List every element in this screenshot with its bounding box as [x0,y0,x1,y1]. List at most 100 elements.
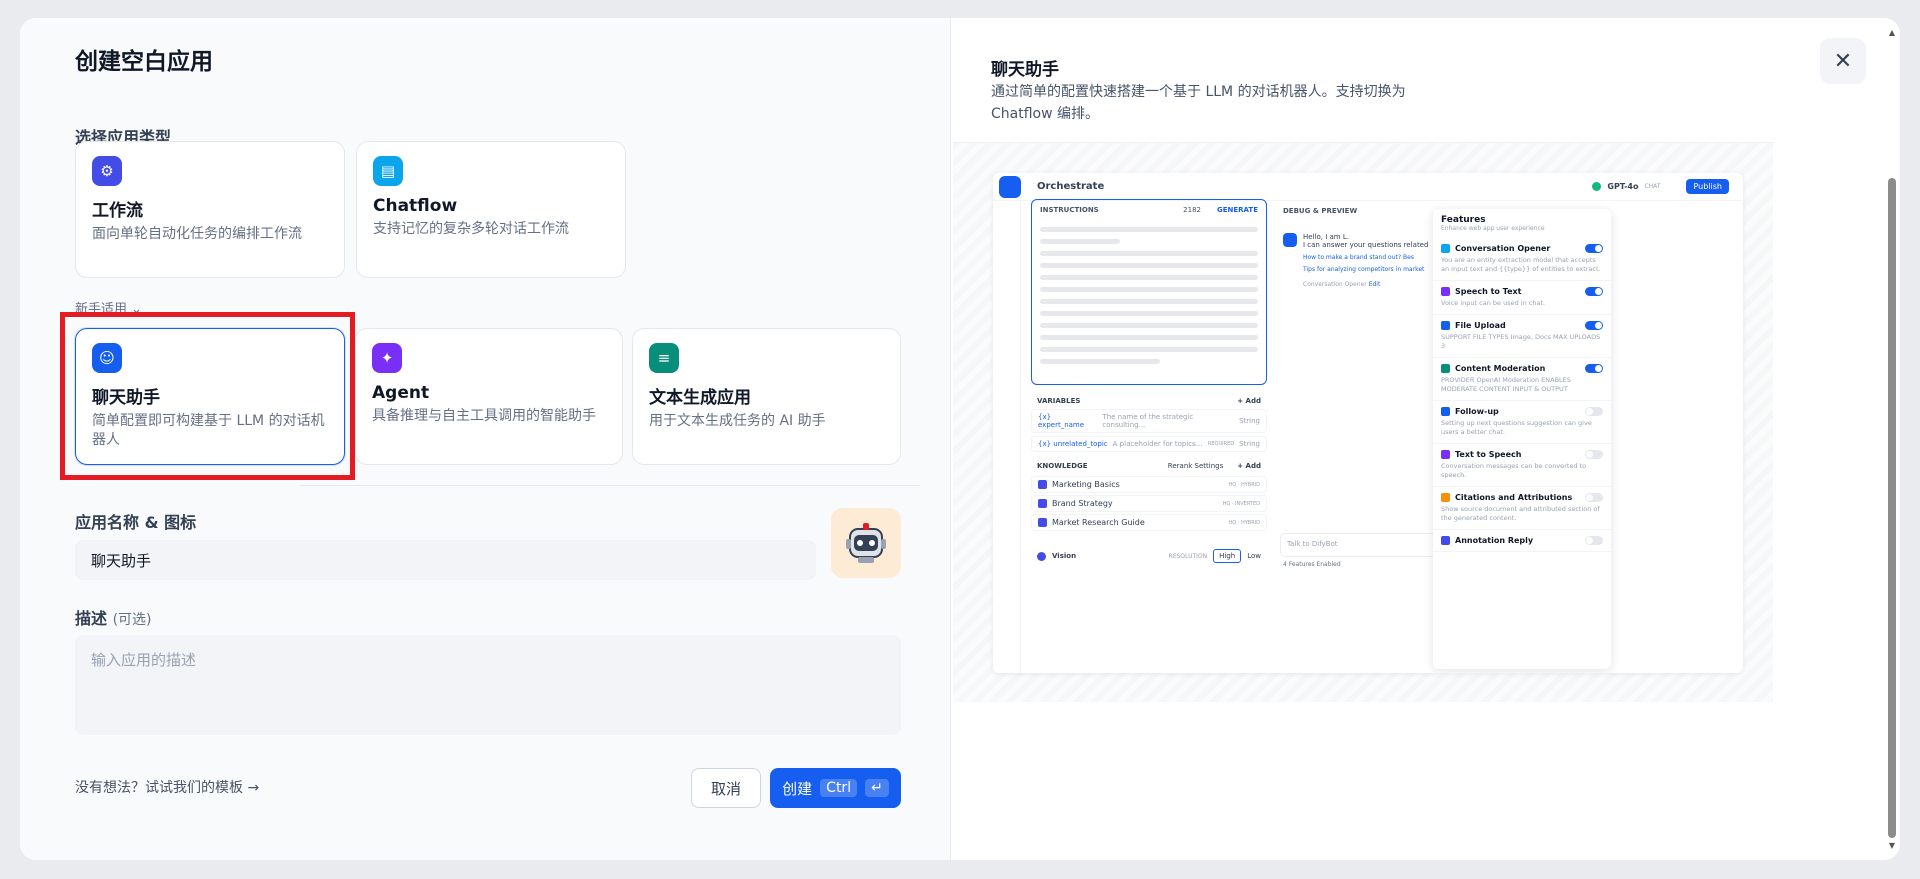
feature-name: Follow-up [1455,407,1499,416]
type-card-title: Chatflow [373,196,458,216]
scroll-up-icon[interactable]: ▲ [1888,28,1896,37]
var-name: {x} unrelated_topic [1038,440,1108,448]
res-high: High [1213,549,1242,563]
type-card-desc: 用于文本生成任务的 AI 助手 [649,413,826,429]
shot-add: + Add [1237,397,1261,405]
feature-name: Content Moderation [1455,364,1546,373]
model-icon [1592,182,1602,191]
scrollbar[interactable]: ▲ ▼ [1888,28,1896,850]
feature-toggle [1585,450,1603,459]
left-panel: 创建空白应用 选择应用类型 ⚙ 工作流 面向单轮自动化任务的编排工作流 ▤ Ch… [20,18,950,860]
app-name-value: 聊天助手 [91,551,152,570]
features-title: Features [1441,215,1486,225]
vision-icon [1037,551,1046,561]
right-panel: 聊天助手 通过简单的配置快速搭建一个基于 LLM 的对话机器人。支持切换为 Ch… [950,18,1900,860]
var-tag: REQUIRED [1207,441,1235,447]
shot-model: GPT-4o [1607,182,1639,191]
type-card-workflow[interactable]: ⚙ 工作流 面向单轮自动化任务的编排工作流 [75,141,345,278]
vision-label: Vision [1052,552,1077,560]
feature-icon [1441,493,1450,502]
preview-title: 聊天助手 [991,60,1059,80]
type-card-title: Agent [372,383,430,403]
knowledge-tag: HQ · HYBRID [1228,519,1260,526]
template-link[interactable]: 没有想法？试试我们的模板 → [75,777,259,797]
type-card-chatflow[interactable]: ▤ Chatflow 支持记忆的复杂多轮对话工作流 [356,141,626,278]
dataset-icon [1038,518,1047,527]
chatflow-icon: ▤ [373,156,403,186]
feature-item: File Upload SUPPORT FILE TYPES Image, Doc… [1433,315,1611,358]
shot-publish: Publish [1686,179,1729,194]
feature-toggle [1585,364,1603,373]
bot-logo-icon [999,175,1021,198]
feature-name: Citations and Attributions [1455,493,1573,502]
knowledge-tag: HQ · INVERTED [1222,500,1260,507]
feature-toggle [1585,321,1603,330]
shot-instructions-count: 2182 [1183,206,1201,214]
app-icon-picker[interactable] [831,508,901,578]
opener-note: Conversation Opener [1303,281,1367,288]
shot-knowledge-label: KNOWLEDGE [1037,462,1088,470]
feature-icon [1441,407,1450,416]
feature-icon [1441,364,1450,373]
resolution-label: RESOLUTION [1168,552,1208,560]
res-low: Low [1247,552,1261,560]
app-name-input[interactable]: 聊天助手 [75,540,816,580]
var-desc: A placeholder for topics... [1112,440,1203,448]
features-sub: Enhance web app user experience [1441,225,1545,232]
feature-item: Content Moderation PROVIDER OpenAI Modera… [1433,358,1611,401]
shot-variables: VARIABLES + Add {x} expert_name The name… [1031,393,1267,453]
feature-toggle [1585,244,1603,253]
feature-desc: Voice input can be used in chat. [1441,299,1546,307]
feature-item: Text to Speech Conversation messages can … [1433,444,1611,487]
feature-name: Conversation Opener [1455,244,1551,253]
desc-label-text: 描述 [75,609,108,628]
create-button[interactable]: 创建 Ctrl ↵ [770,768,901,808]
feature-desc: Show source document and attributed sect… [1441,505,1600,522]
text-generator-icon: ≡ [649,343,679,373]
feature-toggle [1585,536,1603,545]
description-textarea[interactable]: 输入应用的描述 [75,635,901,735]
feature-item: Citations and Attributions Show source do… [1433,487,1611,530]
type-card-desc: 具备推理与自主工具调用的智能助手 [372,408,596,424]
suggestion-2: Tips for analyzing competitors in market [1303,266,1425,273]
feature-item: Annotation Reply [1433,530,1611,552]
type-card-agent[interactable]: ✦ Agent 具备推理与自主工具调用的智能助手 [355,328,623,465]
shot-model-tag: CHAT [1644,183,1661,190]
desc-placeholder: 输入应用的描述 [91,651,197,669]
feature-icon [1441,536,1450,545]
feature-name: Speech to Text [1455,287,1522,296]
feature-name: Annotation Reply [1455,536,1534,545]
suggestion-1b: Bes [1402,254,1414,261]
feature-item: Follow-up Setting up next questions sugge… [1433,401,1611,444]
shot-features-panel: Features Enhance web app user experience… [1433,209,1611,669]
workflow-icon: ⚙ [92,156,122,186]
preview-area: Orchestrate GPT-4o CHAT Publish INSTRUCT… [953,142,1773,702]
shot-chat: Hello, I am L. I can answer your questio… [1283,233,1443,288]
create-app-modal: 创建空白应用 选择应用类型 ⚙ 工作流 面向单轮自动化任务的编排工作流 ▤ Ch… [20,18,1900,860]
cancel-button[interactable]: 取消 [691,768,761,808]
chat-greeting-2: I can answer your questions related [1303,241,1429,249]
feature-icon [1441,287,1450,296]
scroll-down-icon[interactable]: ▼ [1888,841,1896,850]
feature-name: Text to Speech [1455,450,1522,459]
opener-edit: Edit [1368,281,1381,288]
feature-name: File Upload [1455,321,1506,330]
feature-item: Conversation Opener You are an entity ext… [1433,238,1611,281]
scroll-thumb[interactable] [1888,178,1896,838]
modal-title: 创建空白应用 [75,49,213,75]
desc-label: 描述 (可选) [75,605,152,629]
shot-debug-label: DEBUG & PREVIEW [1283,207,1358,215]
var-name: {x} expert_name [1038,413,1085,429]
close-button[interactable]: ✕ [1820,38,1866,84]
shot-sidebar [993,201,1021,673]
shot-topbar: Orchestrate GPT-4o CHAT Publish [993,173,1743,201]
shot-variables-label: VARIABLES [1037,397,1081,405]
preview-screenshot: Orchestrate GPT-4o CHAT Publish INSTRUCT… [993,173,1743,673]
shot-talk-input: Talk to DifyBot [1280,533,1440,557]
feature-item: Speech to Text Voice input can be used in… [1433,281,1611,315]
knowledge-tag: HQ · HYBRID [1228,481,1260,488]
feature-icon [1441,244,1450,253]
shot-instructions-label: INSTRUCTIONS [1040,206,1099,214]
type-card-text-generator[interactable]: ≡ 文本生成应用 用于文本生成任务的 AI 助手 [632,328,901,465]
var-type: String [1239,417,1260,425]
